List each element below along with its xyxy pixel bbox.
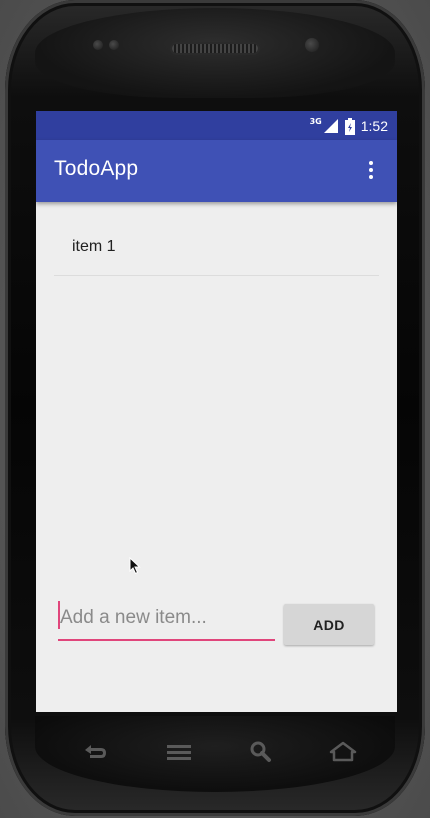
device-screen: 3G 1:52 TodoApp item 1 Add a new item...… [36, 111, 397, 712]
search-icon [250, 741, 271, 762]
status-icons: 3G 1:52 [310, 115, 388, 137]
menu-dot [369, 161, 373, 165]
todo-list: item 1 [54, 202, 379, 276]
back-key[interactable] [79, 738, 111, 766]
phone-bezel-top [35, 8, 395, 98]
light-sensor-icon [109, 40, 119, 50]
menu-dot [369, 168, 373, 172]
mouse-cursor-icon [129, 557, 141, 575]
front-camera-icon [305, 38, 319, 52]
more-vert-icon[interactable] [359, 158, 383, 182]
menu-icon [167, 745, 191, 760]
battery-icon [344, 117, 355, 135]
emulator-stage: 3G 1:52 TodoApp item 1 Add a new item...… [0, 0, 430, 818]
new-item-input[interactable] [58, 603, 275, 633]
add-item-button[interactable]: ADD [284, 604, 374, 645]
app-toolbar: TodoApp [36, 140, 397, 202]
menu-key[interactable] [163, 738, 195, 766]
list-item[interactable]: item 1 [54, 202, 379, 276]
earpiece-speaker-icon [172, 44, 258, 53]
home-key[interactable] [327, 738, 359, 766]
app-title: TodoApp [54, 157, 139, 180]
proximity-sensor-icon [93, 40, 103, 50]
list-item-label: item 1 [72, 237, 116, 255]
status-time: 1:52 [360, 118, 388, 134]
menu-dot [369, 175, 373, 179]
signal-icon [323, 119, 338, 133]
network-type-label: 3G [309, 116, 322, 126]
back-icon [85, 745, 106, 758]
status-bar: 3G 1:52 [36, 111, 397, 140]
hardware-nav-bar [35, 716, 395, 792]
home-icon [329, 741, 357, 762]
new-item-field [58, 601, 275, 641]
search-key[interactable] [245, 738, 277, 766]
